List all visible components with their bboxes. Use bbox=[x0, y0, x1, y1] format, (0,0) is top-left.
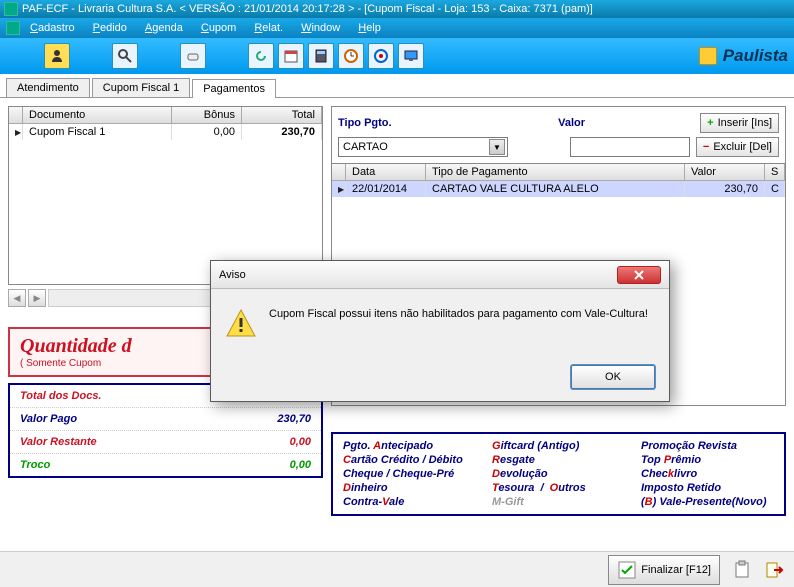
menu-cadastro[interactable]: Cadastro bbox=[22, 20, 83, 36]
toolbar-search-icon[interactable] bbox=[112, 43, 138, 69]
menu-pedido[interactable]: Pedido bbox=[85, 20, 135, 36]
toolbar-screen-icon[interactable] bbox=[398, 43, 424, 69]
nav-next-icon[interactable]: ▶ bbox=[28, 289, 46, 307]
col-total[interactable]: Total bbox=[242, 107, 322, 124]
opt-tesoura[interactable]: Tesoura / Outros bbox=[492, 482, 625, 494]
menu-help[interactable]: Help bbox=[350, 20, 389, 36]
window-titlebar: PAF-ECF - Livraria Cultura S.A. < VERSÃO… bbox=[0, 0, 794, 18]
payment-options: Pgto. Antecipado Giftcard (Antigo) Promo… bbox=[331, 432, 786, 516]
ok-button[interactable]: OK bbox=[571, 365, 655, 389]
col-tipo[interactable]: Tipo de Pagamento bbox=[426, 164, 685, 181]
troco-label: Troco bbox=[20, 459, 50, 471]
toolbar-refresh-icon[interactable] bbox=[248, 43, 274, 69]
opt-cartao[interactable]: Cartão Crédito / Débito bbox=[343, 454, 476, 466]
opt-top-premio[interactable]: Top Prêmio bbox=[641, 454, 774, 466]
tipo-pgto-label: Tipo Pgto. bbox=[338, 117, 418, 129]
menu-app-icon bbox=[6, 21, 20, 35]
brand-label: Paulista bbox=[723, 46, 788, 66]
lock-icon bbox=[699, 47, 717, 65]
valor-pago-label: Valor Pago bbox=[20, 413, 77, 425]
toolbar: Paulista bbox=[0, 38, 794, 74]
documents-grid: Documento Bônus Total Cupom Fiscal 1 0,0… bbox=[8, 106, 323, 285]
menu-cupom[interactable]: Cupom bbox=[193, 20, 244, 36]
menu-agenda[interactable]: Agenda bbox=[137, 20, 191, 36]
toolbar-person-icon[interactable] bbox=[44, 43, 70, 69]
col-data[interactable]: Data bbox=[346, 164, 426, 181]
tipo-pgto-combo[interactable]: CARTAO ▼ bbox=[338, 137, 508, 157]
tab-cupom-fiscal-1[interactable]: Cupom Fiscal 1 bbox=[92, 78, 190, 97]
valor-input[interactable] bbox=[570, 137, 690, 157]
menu-bar: Cadastro Pedido Agenda Cupom Relat. Wind… bbox=[0, 18, 794, 38]
exit-icon[interactable] bbox=[764, 560, 784, 580]
troco-value: 0,00 bbox=[290, 459, 311, 471]
window-title: PAF-ECF - Livraria Cultura S.A. < VERSÃO… bbox=[22, 0, 593, 18]
menu-relat[interactable]: Relat. bbox=[246, 20, 291, 36]
col-s[interactable]: S bbox=[765, 164, 785, 181]
opt-mgift: M-Gift bbox=[492, 496, 625, 508]
dialog-title: Aviso bbox=[219, 269, 246, 281]
aviso-dialog: Aviso Cupom Fiscal possui itens não habi… bbox=[210, 260, 670, 402]
toolbar-calculator-icon[interactable] bbox=[308, 43, 334, 69]
warning-icon bbox=[225, 307, 257, 339]
inserir-button[interactable]: Inserir [Ins] bbox=[700, 113, 779, 133]
valor-pago-value: 230,70 bbox=[277, 413, 311, 425]
toolbar-calendar-icon[interactable] bbox=[278, 43, 304, 69]
col-documento[interactable]: Documento bbox=[23, 107, 172, 124]
toolbar-target-icon[interactable] bbox=[368, 43, 394, 69]
check-icon bbox=[617, 560, 637, 580]
opt-giftcard[interactable]: Giftcard (Antigo) bbox=[492, 440, 625, 452]
toolbar-eraser-icon[interactable] bbox=[180, 43, 206, 69]
valor-restante-value: 0,00 bbox=[290, 436, 311, 448]
opt-imposto[interactable]: Imposto Retido bbox=[641, 482, 774, 494]
nav-prev-icon[interactable]: ◀ bbox=[8, 289, 26, 307]
chevron-down-icon[interactable]: ▼ bbox=[489, 139, 505, 155]
tab-strip: Atendimento Cupom Fiscal 1 Pagamentos bbox=[0, 74, 794, 98]
opt-promocao[interactable]: Promoção Revista bbox=[641, 440, 774, 452]
menu-window[interactable]: Window bbox=[293, 20, 348, 36]
valor-label: Valor bbox=[558, 117, 608, 129]
dialog-message: Cupom Fiscal possui itens não habilitado… bbox=[269, 307, 648, 322]
tab-pagamentos[interactable]: Pagamentos bbox=[192, 79, 276, 98]
opt-antecipado[interactable]: Pgto. Antecipado bbox=[343, 440, 476, 452]
finalizar-button[interactable]: Finalizar [F12] bbox=[608, 555, 720, 585]
opt-vale-presente[interactable]: (B) Vale-Presente(Novo) bbox=[641, 496, 774, 508]
opt-contra-vale[interactable]: Contra-Vale bbox=[343, 496, 476, 508]
total-docs-label: Total dos Docs. bbox=[20, 390, 102, 402]
close-icon bbox=[633, 270, 645, 280]
col-valor[interactable]: Valor bbox=[685, 164, 765, 181]
excluir-button[interactable]: Excluir [Del] bbox=[696, 137, 779, 157]
clipboard-icon[interactable] bbox=[732, 560, 752, 580]
col-bonus[interactable]: Bônus bbox=[172, 107, 242, 124]
footer-bar: Finalizar [F12] bbox=[0, 551, 794, 587]
opt-dinheiro[interactable]: Dinheiro bbox=[343, 482, 476, 494]
table-row[interactable]: Cupom Fiscal 1 0,00 230,70 bbox=[9, 124, 322, 140]
opt-cheque[interactable]: Cheque / Cheque-Pré bbox=[343, 468, 476, 480]
toolbar-clock-icon[interactable] bbox=[338, 43, 364, 69]
table-row[interactable]: 22/01/2014 CARTAO VALE CULTURA ALELO 230… bbox=[332, 181, 785, 197]
tab-atendimento[interactable]: Atendimento bbox=[6, 78, 90, 97]
payment-entry-panel: Tipo Pgto. Valor Inserir [Ins] CARTAO ▼ … bbox=[331, 106, 786, 164]
app-icon bbox=[4, 2, 18, 16]
opt-checklivro[interactable]: Checklivro bbox=[641, 468, 774, 480]
opt-devolucao[interactable]: Devolução bbox=[492, 468, 625, 480]
opt-resgate[interactable]: Resgate bbox=[492, 454, 625, 466]
close-button[interactable] bbox=[617, 266, 661, 284]
valor-restante-label: Valor Restante bbox=[20, 436, 97, 448]
